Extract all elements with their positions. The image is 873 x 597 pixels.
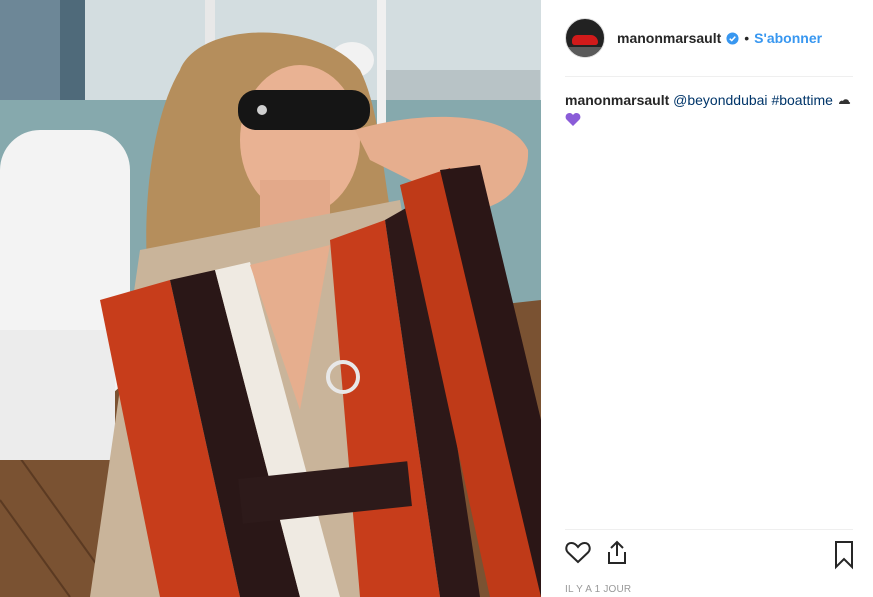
purple-heart-icon <box>565 112 581 126</box>
username-link[interactable]: manonmarsault <box>617 30 721 46</box>
post-timestamp: IL Y A 1 JOUR <box>565 584 632 595</box>
header-divider <box>565 76 853 77</box>
bookmark-icon[interactable] <box>833 540 855 570</box>
post-photo[interactable] <box>0 0 541 597</box>
caption-hashtag[interactable]: #boattime <box>771 92 832 108</box>
actions-divider <box>565 529 853 530</box>
photo-illustration <box>0 0 541 597</box>
share-icon[interactable] <box>605 540 629 566</box>
post-header: manonmarsault • S'abonner <box>565 17 822 59</box>
post-sidebar: manonmarsault • S'abonner manonmarsault … <box>541 0 873 597</box>
follow-button[interactable]: S'abonner <box>754 30 822 46</box>
cloud-icon <box>838 99 850 105</box>
post-actions <box>565 540 855 572</box>
post-caption: manonmarsault @beyonddubai #boattime <box>565 91 855 127</box>
caption-mention[interactable]: @beyonddubai <box>673 92 767 108</box>
avatar[interactable] <box>565 18 605 58</box>
verified-badge-icon <box>726 31 739 45</box>
heart-icon[interactable] <box>565 540 591 564</box>
caption-username[interactable]: manonmarsault <box>565 92 669 108</box>
separator-dot: • <box>744 30 750 46</box>
